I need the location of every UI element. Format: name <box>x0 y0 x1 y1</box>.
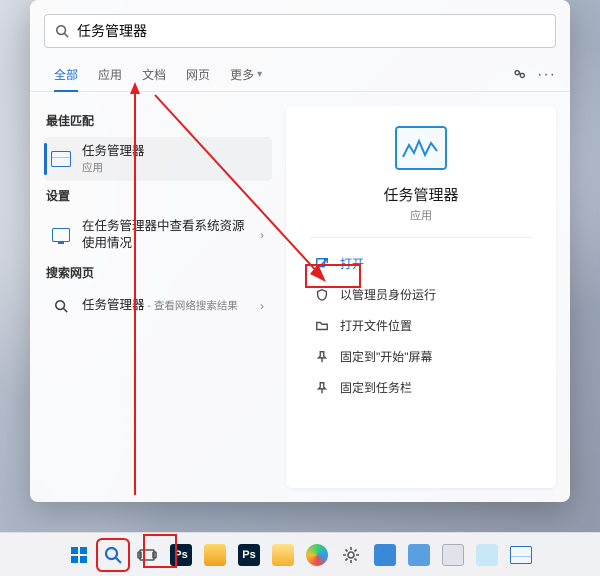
result-subtitle: 应用 <box>82 160 264 175</box>
search-button[interactable] <box>98 540 128 570</box>
tab-docs[interactable]: 文档 <box>132 58 176 91</box>
action-pin-to-start[interactable]: 固定到"开始"屏幕 <box>308 341 534 372</box>
taskbar-app-photoshop[interactable]: Ps <box>166 540 196 570</box>
detail-card: 任务管理器 应用 打开 以管理员身份运行 打开文件位置 <box>286 106 556 488</box>
action-open-file-location[interactable]: 打开文件位置 <box>308 310 534 341</box>
taskbar: Ps Ps <box>0 532 600 576</box>
detail-title: 任务管理器 <box>383 184 458 205</box>
tab-all[interactable]: 全部 <box>44 58 88 91</box>
taskbar-app-generic-2[interactable] <box>404 540 434 570</box>
task-manager-icon <box>50 148 72 170</box>
result-search-web[interactable]: 任务管理器 - 查看网络搜索结果 › <box>44 289 272 323</box>
taskbar-app-photoshop-2[interactable]: Ps <box>234 540 264 570</box>
search-panel: 全部 应用 文档 网页 更多▾ ··· 最佳匹配 任务管理器 应用 设置 <box>30 0 570 502</box>
folder-icon <box>314 318 330 334</box>
group-search-web: 搜索网页 <box>46 264 272 281</box>
taskbar-app-browser[interactable] <box>302 540 332 570</box>
result-title: 任务管理器 - 查看网络搜索结果 <box>82 297 250 314</box>
chevron-right-icon: › <box>260 299 264 313</box>
action-list: 打开 以管理员身份运行 打开文件位置 固定到"开始"屏幕 <box>286 248 556 403</box>
tab-apps[interactable]: 应用 <box>88 58 132 91</box>
pin-icon <box>314 380 330 396</box>
result-task-manager-app[interactable]: 任务管理器 应用 <box>44 137 272 181</box>
detail-subtitle: 应用 <box>410 207 432 223</box>
group-settings: 设置 <box>46 187 272 204</box>
tab-web[interactable]: 网页 <box>176 58 220 91</box>
search-box[interactable] <box>44 14 556 48</box>
more-options-icon[interactable]: ··· <box>537 66 556 84</box>
chevron-right-icon: › <box>260 228 264 242</box>
action-pin-to-taskbar[interactable]: 固定到任务栏 <box>308 372 534 403</box>
pin-icon <box>314 349 330 365</box>
taskbar-app-folder[interactable] <box>268 540 298 570</box>
shield-icon <box>314 287 330 303</box>
group-best-match: 最佳匹配 <box>46 112 272 129</box>
search-icon <box>55 24 69 38</box>
divider <box>310 237 531 238</box>
taskbar-app-settings[interactable] <box>336 540 366 570</box>
taskbar-app-generic-1[interactable] <box>370 540 400 570</box>
detail-column: 任务管理器 应用 打开 以管理员身份运行 打开文件位置 <box>280 92 570 502</box>
taskbar-app-generic-3[interactable] <box>438 540 468 570</box>
search-input[interactable] <box>77 23 545 39</box>
open-icon <box>314 256 330 272</box>
taskbar-app-explorer[interactable] <box>200 540 230 570</box>
result-settings-resource-usage[interactable]: 在任务管理器中查看系统资源使用情况 › <box>44 212 272 258</box>
monitor-icon <box>50 224 72 246</box>
start-button[interactable] <box>64 540 94 570</box>
tabs-row: 全部 应用 文档 网页 更多▾ ··· <box>30 58 570 92</box>
result-title: 任务管理器 <box>82 143 264 160</box>
task-manager-large-icon <box>395 126 447 170</box>
tab-more[interactable]: 更多▾ <box>220 58 272 91</box>
search-row <box>30 0 570 58</box>
search-icon <box>50 295 72 317</box>
chevron-down-icon: ▾ <box>257 69 262 80</box>
action-run-as-admin[interactable]: 以管理员身份运行 <box>308 279 534 310</box>
account-icon[interactable] <box>512 67 527 82</box>
results-column: 最佳匹配 任务管理器 应用 设置 在任务管理器中查看系统资源使用情况 › 搜索网… <box>30 92 280 502</box>
task-view-button[interactable] <box>132 540 162 570</box>
result-title: 在任务管理器中查看系统资源使用情况 <box>82 218 250 252</box>
action-open[interactable]: 打开 <box>308 248 534 279</box>
taskbar-app-task-manager[interactable] <box>506 540 536 570</box>
taskbar-app-generic-4[interactable] <box>472 540 502 570</box>
